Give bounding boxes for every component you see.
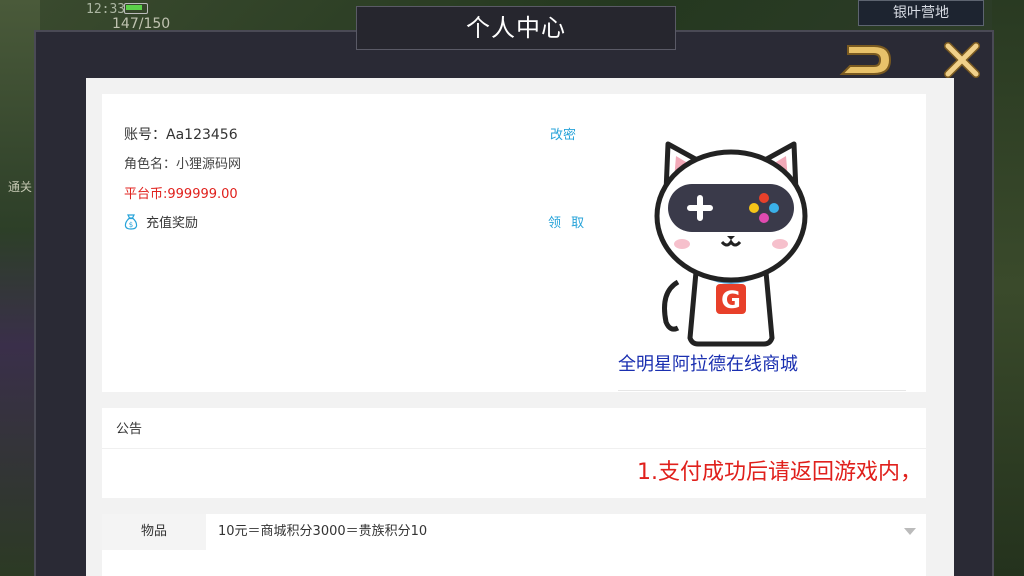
item-dropdown[interactable]: 10元＝商城积分3000＝贵族积分10 — [206, 514, 926, 550]
return-arrow-icon — [839, 45, 892, 75]
close-button[interactable] — [940, 38, 984, 82]
back-button[interactable] — [834, 38, 898, 80]
recharge-reward-label: 充值奖励 — [146, 216, 199, 231]
announcement-marquee-text: 1.支付成功后请返回游戏内， — [637, 460, 922, 485]
svg-text:$: $ — [129, 221, 133, 229]
cat-gamepad-mascot: G — [654, 141, 808, 347]
money-bag-icon: $ — [124, 213, 138, 230]
mall-name: 全明星阿拉德在线商城 — [618, 354, 798, 375]
item-select-row: 物品 10元＝商城积分3000＝贵族积分10 — [102, 514, 926, 576]
platform-coins-label: 平台币:999999.00 — [124, 187, 238, 202]
change-password-link[interactable]: 改密 — [550, 124, 576, 143]
recharge-reward-row: $ 充值奖励 — [124, 212, 198, 231]
item-label: 物品 — [102, 514, 206, 550]
dialog-content: 账号：Aa123456 改密 角色名：小狸源码网 平台币:999999.00 $… — [86, 78, 954, 576]
mascot-g-letter: G — [721, 286, 741, 314]
chevron-down-icon — [904, 528, 916, 535]
role-name-label: 角色名：小狸源码网 — [124, 157, 242, 172]
game-background-right — [992, 0, 1024, 576]
close-icon — [944, 42, 980, 78]
item-selected-value: 10元＝商城积分3000＝贵族积分10 — [218, 524, 428, 539]
announcement-card: 公告 1.支付成功后请返回游戏内， — [102, 408, 926, 498]
announcement-title: 公告 — [116, 422, 143, 437]
dialog-title: 个人中心 — [356, 6, 676, 50]
profile-card: 账号：Aa123456 改密 角色名：小狸源码网 平台币:999999.00 $… — [102, 94, 926, 392]
claim-reward-button[interactable]: 领 取 — [548, 212, 587, 231]
hud-clock: 12:33 — [86, 2, 126, 17]
battery-icon — [124, 3, 148, 14]
announcement-divider — [102, 448, 926, 449]
hud-pass-label: 通关 — [8, 180, 33, 194]
account-label: 账号：Aa123456 — [124, 127, 238, 143]
hud-map-name[interactable]: 银叶营地 — [858, 0, 984, 26]
mall-mascot-panel: G 全明星阿拉德在线商城 — [618, 122, 906, 391]
